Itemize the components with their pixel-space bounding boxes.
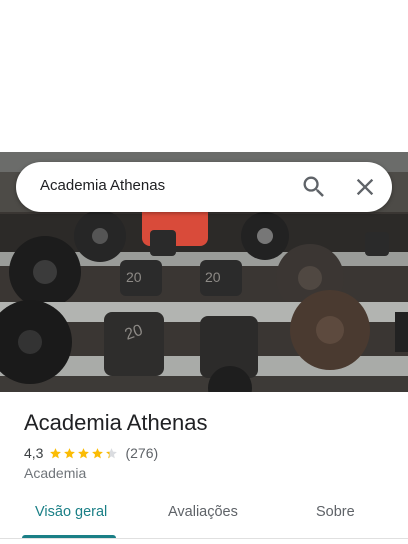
star-icon	[92, 447, 104, 458]
tab-reviews[interactable]: Avaliações	[168, 504, 238, 520]
divider	[0, 538, 408, 539]
star-rating	[49, 447, 119, 460]
star-icon	[50, 447, 62, 458]
map-blank-area	[0, 0, 408, 152]
close-icon[interactable]	[351, 173, 379, 201]
tab-bar: Visão geral Avaliações Sobre	[0, 494, 408, 538]
place-category[interactable]: Academia	[24, 465, 86, 481]
rating-row[interactable]: 4,3 (276)	[24, 444, 158, 462]
place-title: Academia Athenas	[24, 410, 208, 435]
search-input[interactable]: Academia Athenas	[40, 177, 165, 194]
weight-label: 20	[205, 269, 221, 285]
search-icon[interactable]	[300, 173, 328, 201]
star-icon	[106, 447, 118, 458]
review-count[interactable]: (276)	[125, 445, 158, 461]
tab-overview[interactable]: Visão geral	[35, 504, 107, 520]
rating-value: 4,3	[24, 445, 44, 461]
tab-about[interactable]: Sobre	[316, 504, 355, 520]
star-icon	[78, 447, 90, 458]
star-icon	[64, 447, 76, 458]
weight-label: 20	[126, 269, 142, 285]
search-bar[interactable]: Academia Athenas	[16, 162, 392, 212]
